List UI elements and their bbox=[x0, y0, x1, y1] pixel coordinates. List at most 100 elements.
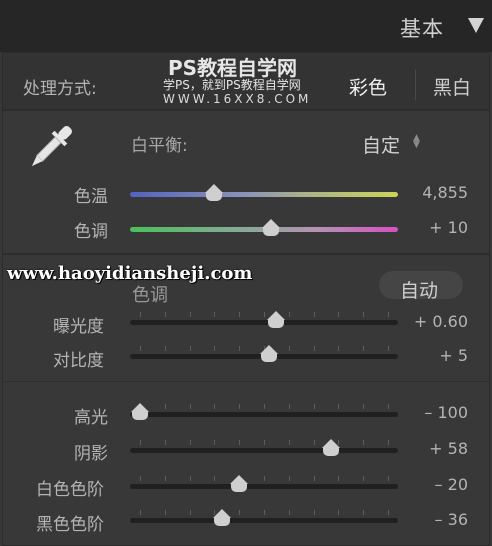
color-button[interactable]: 彩色 bbox=[349, 73, 387, 100]
watermark-url: WWW.16XX8.COM bbox=[163, 92, 312, 106]
slider-tick bbox=[313, 510, 315, 515]
slider-tick bbox=[140, 312, 141, 317]
slider-tick bbox=[313, 476, 315, 481]
slider-tick bbox=[338, 404, 340, 409]
whites-value[interactable]: – 20 bbox=[435, 475, 468, 494]
slider-tick bbox=[288, 510, 290, 515]
updown-arrows-icon[interactable]: ▲ ▼ bbox=[413, 134, 420, 150]
slider-tick bbox=[214, 440, 216, 445]
tone-label: 色调 bbox=[132, 285, 168, 306]
blacks-value[interactable]: – 36 bbox=[435, 510, 468, 529]
slider-tick bbox=[164, 476, 166, 481]
contrast-label: 对比度 bbox=[53, 351, 104, 371]
slider-tick bbox=[288, 312, 290, 317]
whites-ticks bbox=[130, 476, 398, 482]
slider-tick bbox=[338, 476, 340, 481]
highlights-value[interactable]: – 100 bbox=[424, 403, 468, 422]
slider-tick bbox=[164, 404, 166, 409]
slider-tick bbox=[388, 404, 389, 409]
slider-tick bbox=[313, 346, 315, 351]
slider-tick bbox=[189, 346, 191, 351]
slider-tick bbox=[189, 510, 191, 515]
slider-tick bbox=[363, 312, 365, 317]
slider-tick bbox=[313, 440, 315, 445]
triangle-down-icon[interactable] bbox=[468, 18, 484, 33]
tint-label: 色调 bbox=[74, 222, 108, 242]
whites-slider-track[interactable] bbox=[130, 484, 398, 489]
tint-value[interactable]: + 10 bbox=[429, 218, 468, 237]
blacks-slider-track[interactable] bbox=[130, 518, 398, 523]
shadows-value[interactable]: + 58 bbox=[429, 439, 468, 458]
slider-tick bbox=[140, 476, 141, 481]
slider-tick bbox=[264, 404, 265, 409]
treatment-label: 处理方式: bbox=[23, 79, 97, 99]
slider-tick bbox=[338, 346, 340, 351]
slider-tick bbox=[264, 510, 265, 515]
slider-tick bbox=[363, 346, 365, 351]
exposure-slider-track[interactable] bbox=[130, 320, 398, 325]
temp-slider-track[interactable] bbox=[130, 192, 398, 197]
slider-tick bbox=[338, 510, 340, 515]
temp-value[interactable]: 4,855 bbox=[422, 183, 468, 202]
slider-tick bbox=[164, 312, 166, 317]
shadows-ticks bbox=[130, 440, 398, 446]
shadows-slider-track[interactable] bbox=[130, 448, 398, 453]
slider-tick bbox=[388, 346, 389, 351]
black-white-button[interactable]: 黑白 bbox=[433, 73, 471, 100]
slider-tick bbox=[239, 440, 241, 445]
exposure-value[interactable]: + 0.60 bbox=[414, 312, 468, 331]
white-balance-label: 白平衡: bbox=[131, 136, 188, 156]
highlights-label: 高光 bbox=[74, 408, 108, 428]
slider-tick bbox=[363, 510, 365, 515]
slider-tick bbox=[164, 440, 166, 445]
slider-tick bbox=[264, 312, 265, 317]
blacks-ticks bbox=[130, 510, 398, 516]
slider-tick bbox=[214, 404, 216, 409]
slider-tick bbox=[189, 440, 191, 445]
slider-tick bbox=[363, 404, 365, 409]
slider-tick bbox=[264, 440, 265, 445]
panel-title: 基本 bbox=[400, 17, 444, 41]
slider-tick bbox=[239, 312, 241, 317]
slider-tick bbox=[214, 346, 216, 351]
white-balance-select[interactable]: 自定 bbox=[362, 131, 400, 158]
watermark-subtitle: 学PS，就到PS教程自学网 bbox=[163, 78, 301, 92]
shadows-label: 阴影 bbox=[74, 444, 108, 464]
exposure-label: 曝光度 bbox=[53, 317, 104, 337]
slider-tick bbox=[164, 510, 166, 515]
slider-tick bbox=[363, 440, 365, 445]
slider-tick bbox=[214, 312, 216, 317]
slider-tick bbox=[239, 404, 241, 409]
slider-tick bbox=[288, 476, 290, 481]
temp-label: 色温 bbox=[74, 187, 108, 207]
slider-tick bbox=[164, 346, 166, 351]
slider-tick bbox=[363, 476, 365, 481]
slider-tick bbox=[189, 404, 191, 409]
treatment-divider bbox=[415, 70, 416, 100]
slider-tick bbox=[189, 312, 191, 317]
highlights-slider-track[interactable] bbox=[130, 412, 398, 417]
slider-tick bbox=[388, 510, 389, 515]
slider-tick bbox=[214, 476, 216, 481]
slider-tick bbox=[388, 440, 389, 445]
section-divider bbox=[2, 381, 490, 382]
blacks-label: 黑色色阶 bbox=[36, 515, 104, 535]
slider-tick bbox=[189, 476, 191, 481]
slider-tick bbox=[313, 312, 315, 317]
slider-tick bbox=[239, 346, 241, 351]
contrast-value[interactable]: + 5 bbox=[439, 346, 468, 365]
slider-tick bbox=[140, 346, 141, 351]
whites-label: 白色色阶 bbox=[36, 480, 104, 500]
slider-tick bbox=[338, 312, 340, 317]
highlights-ticks bbox=[130, 404, 398, 410]
exposure-ticks bbox=[130, 312, 398, 318]
slider-tick bbox=[239, 510, 241, 515]
slider-tick bbox=[288, 346, 290, 351]
panel-header[interactable]: 基本 bbox=[0, 0, 492, 52]
eyedropper-icon[interactable] bbox=[22, 118, 80, 176]
slider-tick bbox=[140, 510, 141, 515]
auto-button-label[interactable]: 自动 bbox=[400, 276, 438, 303]
slider-tick bbox=[264, 476, 265, 481]
slider-tick bbox=[388, 476, 389, 481]
slider-tick bbox=[288, 440, 290, 445]
